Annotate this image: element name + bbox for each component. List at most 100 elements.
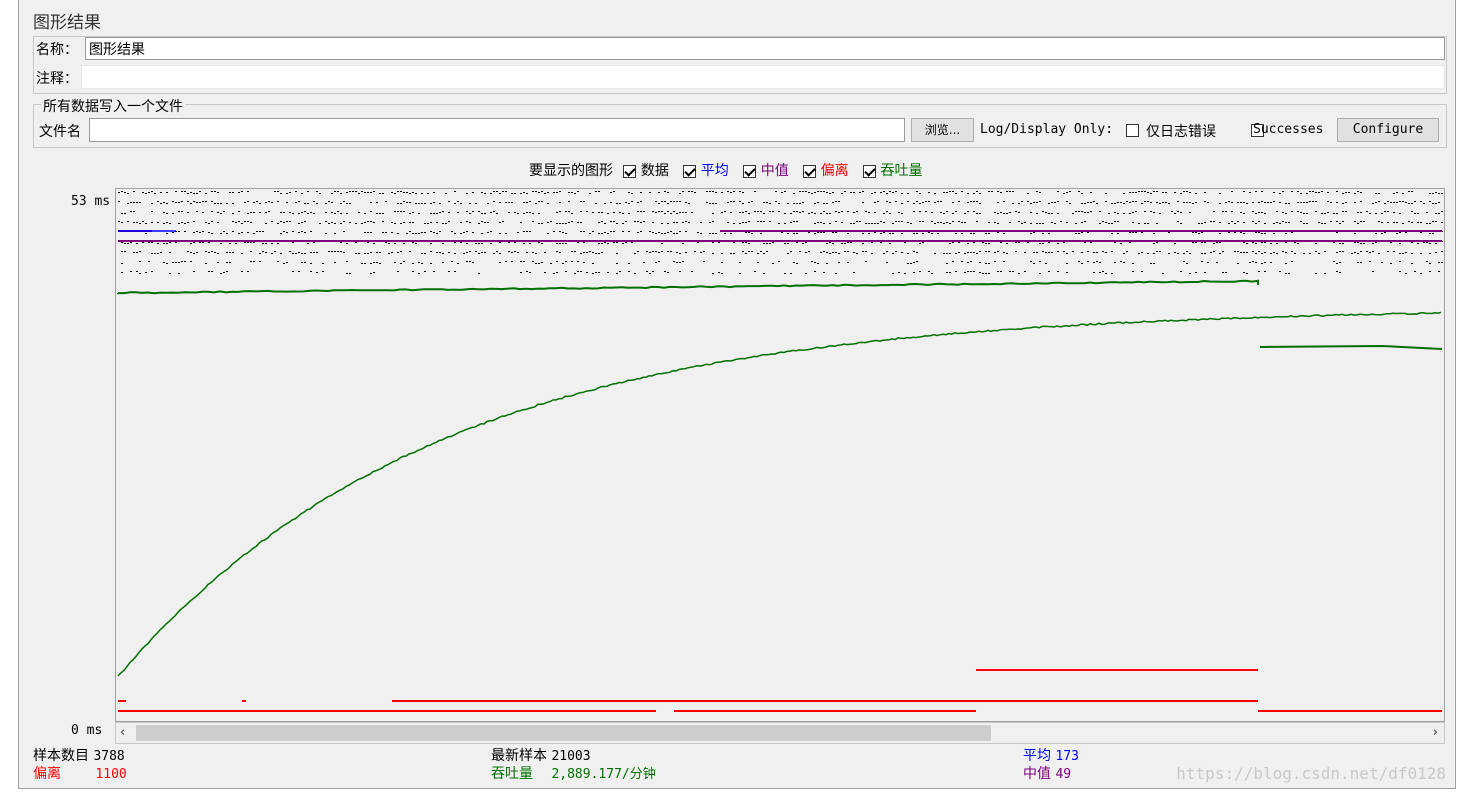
data-point xyxy=(856,253,858,254)
log-display-label: Log/Display Only: xyxy=(980,122,1114,137)
data-point xyxy=(523,213,525,214)
data-point xyxy=(136,243,138,244)
data-point xyxy=(523,243,525,244)
data-point xyxy=(682,261,684,262)
data-point xyxy=(793,203,795,204)
data-point xyxy=(1240,252,1242,253)
data-point xyxy=(883,191,885,192)
data-point xyxy=(742,251,744,252)
data-point xyxy=(172,232,174,233)
horizontal-scrollbar[interactable]: ‹ › xyxy=(115,722,1445,744)
data-point xyxy=(124,243,126,244)
data-point xyxy=(169,273,171,274)
data-point xyxy=(676,262,678,263)
data-point xyxy=(1243,233,1245,234)
data-point xyxy=(322,263,324,264)
data-point xyxy=(424,232,426,233)
data-point xyxy=(1429,243,1431,244)
data-point xyxy=(1117,202,1119,203)
data-point xyxy=(328,223,330,224)
data-point xyxy=(457,263,459,264)
data-point xyxy=(208,271,210,272)
throughput-checkbox[interactable] xyxy=(863,164,877,178)
name-input[interactable] xyxy=(85,37,1445,60)
deviation-checkbox[interactable] xyxy=(803,164,817,178)
data-point xyxy=(1255,191,1257,192)
data-point xyxy=(1366,251,1368,252)
data-point xyxy=(664,233,666,234)
watermark: https://blog.csdn.net/df0128 xyxy=(1176,764,1446,783)
data-point xyxy=(130,271,132,272)
data-point xyxy=(745,253,747,254)
data-point xyxy=(565,233,567,234)
data-point xyxy=(340,213,342,214)
data-point xyxy=(646,251,648,252)
data-point xyxy=(895,201,897,202)
graph-options: 要显示的图形 数据 平均 中值 偏离 吞吐量 xyxy=(529,160,923,180)
data-point xyxy=(1114,203,1116,204)
errors-only-label: 仅日志错误 xyxy=(1146,124,1216,140)
data-point xyxy=(418,233,420,234)
data-point xyxy=(310,263,312,264)
latest-sample-value: 21003 xyxy=(551,749,591,764)
data-point xyxy=(145,223,147,224)
data-point xyxy=(745,242,747,243)
data-point xyxy=(1090,242,1092,243)
comment-input[interactable] xyxy=(81,65,1445,89)
data-point xyxy=(1204,272,1206,273)
data-point xyxy=(316,191,318,192)
data-point xyxy=(301,253,303,254)
data-point xyxy=(1255,213,1257,214)
data-point xyxy=(532,191,534,192)
data-point xyxy=(1360,212,1362,213)
median-checkbox[interactable] xyxy=(743,164,757,178)
scroll-left-icon[interactable]: ‹ xyxy=(120,725,125,740)
data-point xyxy=(289,212,291,213)
data-point xyxy=(973,201,975,202)
data-point xyxy=(961,222,963,223)
data-point xyxy=(265,243,267,244)
data-point xyxy=(289,221,291,222)
data-point xyxy=(139,261,141,262)
errors-only-checkbox[interactable] xyxy=(1126,124,1139,137)
data-point xyxy=(1060,221,1062,222)
data-point xyxy=(751,233,753,234)
configure-button[interactable]: Configure xyxy=(1337,118,1439,142)
data-point xyxy=(970,233,972,234)
data-point xyxy=(796,211,798,212)
data-point xyxy=(1174,213,1176,214)
scroll-thumb[interactable] xyxy=(136,725,991,741)
data-point xyxy=(460,242,462,243)
data-checkbox[interactable] xyxy=(623,164,637,178)
data-point xyxy=(661,223,663,224)
data-point xyxy=(451,261,453,262)
data-point xyxy=(820,213,822,214)
data-point xyxy=(364,232,366,233)
data-point xyxy=(976,221,978,222)
data-point xyxy=(910,263,912,264)
data-point xyxy=(706,191,708,192)
data-point xyxy=(1354,202,1356,203)
filename-input[interactable] xyxy=(89,118,905,142)
average-checkbox[interactable] xyxy=(683,164,697,178)
data-point xyxy=(913,203,915,204)
data-point xyxy=(199,202,201,203)
data-point xyxy=(547,222,549,223)
data-point xyxy=(1426,212,1428,213)
data-point xyxy=(703,261,705,262)
data-point xyxy=(226,252,228,253)
data-point xyxy=(574,273,576,274)
data-point xyxy=(181,191,183,192)
data-point xyxy=(1435,213,1437,214)
data-point xyxy=(1144,201,1146,202)
data-point xyxy=(739,273,741,274)
data-point xyxy=(706,202,708,203)
data-point xyxy=(520,193,522,194)
data-point xyxy=(1114,242,1116,243)
browse-button[interactable]: 浏览... xyxy=(911,118,974,142)
data-point xyxy=(793,221,795,222)
data-point xyxy=(172,201,174,202)
scroll-right-icon[interactable]: › xyxy=(1433,725,1438,740)
data-point xyxy=(121,222,123,223)
data-point xyxy=(1333,261,1335,262)
